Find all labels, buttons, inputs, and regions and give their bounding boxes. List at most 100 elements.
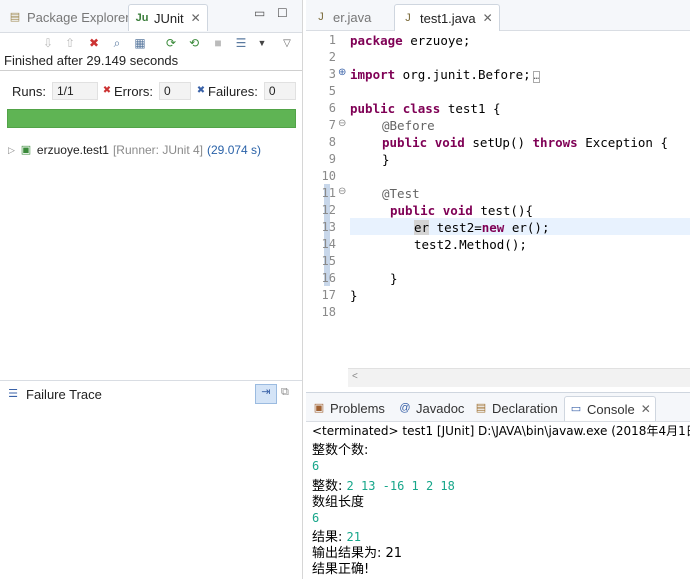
view-menu-icon[interactable]: ▽: [279, 35, 295, 51]
console-line: 数组长度: [312, 495, 365, 510]
console-icon: ▭: [570, 402, 582, 415]
test-runner: [Runner: JUnit 4]: [112, 143, 204, 157]
line-number: 5: [328, 84, 336, 98]
line-number: 6: [328, 101, 336, 115]
close-icon[interactable]: ✕: [191, 11, 201, 25]
line-number: 3: [328, 67, 336, 81]
runs-counter: Runs: 1/1: [12, 82, 98, 100]
line-number: 18: [321, 305, 336, 319]
folded-imports-icon[interactable]: …: [532, 71, 541, 83]
console-line: 结果正确!: [312, 562, 370, 577]
left-tabbar: ▤ Package Explorer Ju JUnit ✕ ▭ ☐: [0, 0, 302, 33]
failures-counter: ✖ Failures: 0: [194, 82, 296, 100]
history-icon[interactable]: ▦: [132, 35, 148, 51]
code-line[interactable]: }: [390, 271, 398, 286]
code-line[interactable]: package erzuoye;: [350, 33, 470, 48]
line-number: 12: [321, 203, 336, 217]
chevron-down-icon[interactable]: ▼: [254, 35, 270, 51]
code-line[interactable]: @Before: [382, 118, 435, 133]
fold-expand-icon[interactable]: ⊕: [338, 67, 346, 78]
stop-icon[interactable]: ■: [210, 35, 226, 51]
failures-value: 0: [263, 82, 296, 100]
compare-icon[interactable]: ⧉: [281, 386, 289, 399]
console-tabbar: ▣ Problems @ Javadoc ▤ Declaration ▭ Con…: [306, 393, 690, 422]
code-line[interactable]: public void test(){: [390, 203, 533, 218]
line-number: 11: [321, 186, 336, 200]
tab-problems[interactable]: ▣ Problems: [308, 396, 389, 420]
rerun-icon[interactable]: ⟳: [163, 35, 179, 51]
test-name: erzuoye.test1: [36, 143, 109, 157]
code-line[interactable]: }: [350, 288, 358, 303]
tab-declaration[interactable]: ▤ Declaration: [470, 396, 562, 420]
failure-icon: ✖: [196, 85, 206, 96]
close-icon[interactable]: ✕: [641, 402, 651, 416]
tab-console-label: Console: [587, 401, 635, 417]
fold-collapse-icon[interactable]: ⊖: [338, 118, 346, 129]
tab-console[interactable]: ▭ Console ✕: [564, 396, 656, 421]
scroll-lock-icon[interactable]: ⌕: [109, 35, 125, 51]
code-line[interactable]: test2.Method();: [414, 237, 527, 252]
code-line[interactable]: }: [382, 152, 390, 167]
minimize-icon[interactable]: ▭: [254, 6, 265, 20]
java-file-icon: J: [318, 10, 324, 23]
rerun-failed-icon[interactable]: ⟲: [186, 35, 202, 51]
previous-failure-icon[interactable]: ⇧: [62, 35, 78, 51]
code-line[interactable]: @Test: [382, 186, 420, 201]
console-input-line: 6: [312, 511, 320, 525]
test-time: (29.074 s): [207, 143, 262, 157]
code-line[interactable]: public class test1 {: [350, 101, 501, 116]
tab-package-explorer[interactable]: ▤ Package Explorer: [2, 4, 136, 30]
tab-javadoc[interactable]: @ Javadoc: [394, 396, 468, 420]
close-icon[interactable]: ✕: [483, 11, 493, 25]
error-icon: ✖: [102, 85, 112, 96]
line-number: 14: [321, 237, 336, 251]
test-tree-row[interactable]: ▷ ▣ erzuoye.test1 [Runner: JUnit 4] (29.…: [8, 142, 261, 158]
horizontal-scrollbar[interactable]: <: [348, 368, 690, 387]
test-suite-icon: ▣: [20, 143, 32, 156]
errors-counter: ✖ Errors: 0: [100, 82, 191, 100]
code-line-current[interactable]: er test2=new er();: [414, 220, 549, 235]
console-line: 整数个数:: [312, 443, 369, 458]
line-number: 1: [328, 33, 336, 47]
console-header: <terminated> test1 [JUnit] D:\JAVA\bin\j…: [312, 424, 690, 438]
declaration-icon: ▤: [475, 401, 487, 414]
editor-tabbar: J er.java J test1.java ✕: [306, 0, 690, 31]
line-number: 7: [328, 118, 336, 132]
filter-stack-icon[interactable]: ⇥: [255, 384, 277, 404]
expand-icon[interactable]: ▷: [8, 145, 15, 156]
runs-label: Runs:: [12, 83, 46, 99]
junit-icon: Ju: [135, 11, 149, 24]
line-number: 8: [328, 135, 336, 149]
fold-collapse-icon[interactable]: ⊖: [338, 186, 346, 197]
package-icon: ▤: [9, 10, 21, 23]
trace-list-icon: ☰: [8, 387, 18, 400]
tab-test1-java-label: test1.java: [420, 10, 476, 26]
errors-label: Errors:: [114, 83, 153, 99]
tab-er-java[interactable]: J er.java: [308, 4, 377, 30]
maximize-icon[interactable]: ☐: [277, 6, 288, 20]
runs-value: 1/1: [51, 82, 98, 100]
javadoc-icon: @: [399, 401, 411, 414]
layout-icon[interactable]: ☰: [233, 35, 249, 51]
failure-trace-header: ☰ Failure Trace ⇥ ⧉: [0, 380, 302, 407]
errors-value: 0: [159, 82, 191, 100]
code-line[interactable]: public void setUp() throws Exception {: [382, 135, 668, 150]
show-failures-only-icon[interactable]: ✖: [86, 35, 102, 51]
tab-declaration-label: Declaration: [492, 400, 558, 416]
tab-test1-java[interactable]: J test1.java ✕: [394, 4, 500, 31]
progress-bar: [7, 109, 296, 128]
line-number: 13: [321, 220, 336, 234]
tab-problems-label: Problems: [330, 400, 385, 416]
tab-javadoc-label: Javadoc: [416, 400, 465, 416]
next-failure-icon[interactable]: ⇩: [40, 35, 56, 51]
code-line[interactable]: import org.junit.Before;…: [350, 67, 541, 83]
code-editor: J er.java J test1.java ✕ 1 2 3 5 6 7 8 9…: [306, 0, 690, 389]
java-file-icon: J: [405, 11, 411, 24]
tab-er-java-label: er.java: [333, 9, 372, 25]
tab-junit[interactable]: Ju JUnit ✕: [128, 4, 208, 31]
line-number: 10: [321, 169, 336, 183]
problems-icon: ▣: [313, 401, 325, 414]
tab-package-explorer-label: Package Explorer: [27, 9, 130, 25]
line-number: 17: [321, 288, 336, 302]
scroll-left-icon[interactable]: <: [352, 371, 358, 382]
